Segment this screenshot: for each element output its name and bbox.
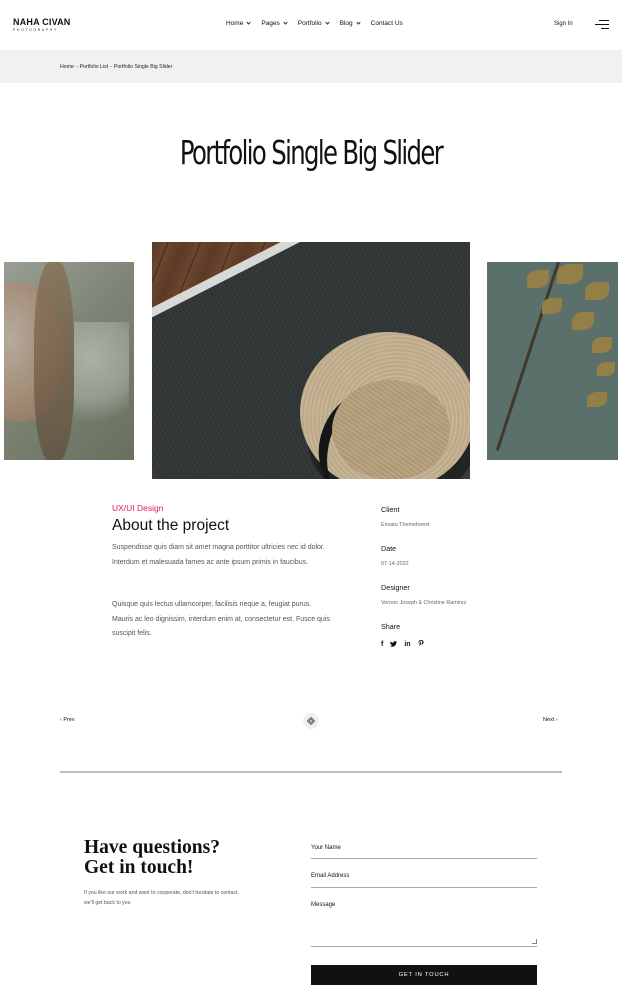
- meta-designer-value: Vernon Joseph & Christine Ramirez: [381, 600, 467, 606]
- nav-label-contact: Contact Us: [370, 20, 403, 27]
- meta-client-label: Client: [381, 505, 400, 514]
- prev-project-link[interactable]: ‹ Prev: [60, 717, 75, 723]
- slider-image-active[interactable]: [152, 242, 470, 479]
- next-project-link[interactable]: Next ›: [543, 717, 558, 723]
- meta-date-value: 07-14-2022: [381, 561, 409, 567]
- chevron-down-icon: [356, 20, 361, 25]
- nav-item-portfolio[interactable]: Portfolio: [297, 20, 330, 27]
- chevron-down-icon: [325, 20, 330, 25]
- chevron-right-icon: ›: [554, 717, 558, 723]
- email-field-underline: [311, 887, 537, 889]
- project-paragraph-2: Quisque quis lectus ullamcorper, facilis…: [112, 601, 330, 637]
- nav-label-blog: Blog: [339, 20, 353, 27]
- resize-grip-icon[interactable]: [532, 939, 537, 944]
- meta-date-label: Date: [381, 544, 397, 553]
- contact-heading-line-1: Have questions?: [84, 837, 220, 858]
- chevron-down-icon: [246, 20, 251, 25]
- nav-label-pages: Pages: [261, 20, 280, 27]
- breadcrumb-current: Portfolio Single Big Slider: [113, 64, 173, 70]
- meta-client-value: Envato Themeforest: [381, 522, 430, 528]
- message-field[interactable]: [311, 900, 537, 947]
- message-field-underline: [311, 946, 537, 948]
- message-field-label: Message: [311, 902, 336, 908]
- logo-subtitle: PHOTOGRAPHY: [13, 28, 58, 32]
- breadcrumb-portfolio-list[interactable]: Portfolio List: [80, 64, 109, 70]
- nav-item-contact[interactable]: Contact Us: [371, 20, 403, 27]
- get-in-touch-button[interactable]: GET IN TOUCH: [311, 965, 537, 985]
- slider-image-prev[interactable]: [4, 262, 134, 460]
- logo-title: NAHA CIVAN: [13, 17, 71, 27]
- pinterest-icon[interactable]: [418, 640, 424, 649]
- name-field-underline: [311, 858, 537, 860]
- chevron-down-icon: [283, 20, 288, 25]
- grid-diamond-icon[interactable]: [303, 713, 319, 729]
- main-nav: Home Pages Portfolio Blog Contact Us: [226, 20, 414, 27]
- sign-in-link[interactable]: Sign In: [554, 21, 573, 27]
- project-heading: About the project: [112, 517, 230, 534]
- breadcrumb-bar: Home - Portfolio List - Portfolio Single…: [0, 50, 622, 83]
- twitter-icon[interactable]: [390, 640, 398, 649]
- site-logo[interactable]: NAHA CIVAN PHOTOGRAPHY: [13, 17, 71, 33]
- meta-share-label: Share: [381, 622, 401, 631]
- nav-label-portfolio: Portfolio: [297, 20, 322, 27]
- nav-item-pages[interactable]: Pages: [261, 20, 288, 27]
- section-divider: [60, 771, 562, 773]
- contact-heading: Have questions? Get in touch!: [84, 838, 220, 878]
- breadcrumb-separator: -: [110, 64, 112, 70]
- email-field-label: Email Address: [311, 873, 350, 879]
- name-field-label: Your Name: [311, 845, 341, 851]
- site-header: NAHA CIVAN PHOTOGRAPHY Home Pages Portfo…: [0, 0, 622, 50]
- project-paragraph-1: Suspendisse quis diam sit amet magna por…: [112, 544, 325, 566]
- next-label: Next: [543, 717, 555, 723]
- contact-heading-line-2: Get in touch!: [84, 857, 194, 878]
- nav-item-home[interactable]: Home: [226, 20, 251, 27]
- nav-item-blog[interactable]: Blog: [339, 20, 361, 27]
- prev-label: Prev: [63, 717, 75, 723]
- breadcrumb-separator: -: [75, 64, 78, 70]
- slider-image-next[interactable]: [487, 262, 618, 460]
- breadcrumb: Home - Portfolio List - Portfolio Single…: [60, 64, 172, 70]
- facebook-icon[interactable]: f: [381, 641, 383, 648]
- linkedin-icon[interactable]: in: [404, 641, 410, 648]
- share-icons: f in: [381, 640, 424, 649]
- hamburger-menu-icon[interactable]: [595, 20, 609, 30]
- breadcrumb-home[interactable]: Home: [60, 64, 74, 70]
- project-category[interactable]: UX/UI Design: [112, 503, 164, 513]
- contact-text: If you like our work and want to coopera…: [84, 890, 239, 906]
- page-title: Portfolio Single Big Slider: [179, 133, 444, 172]
- nav-label-home: Home: [226, 20, 244, 27]
- meta-designer-label: Designer: [381, 583, 410, 592]
